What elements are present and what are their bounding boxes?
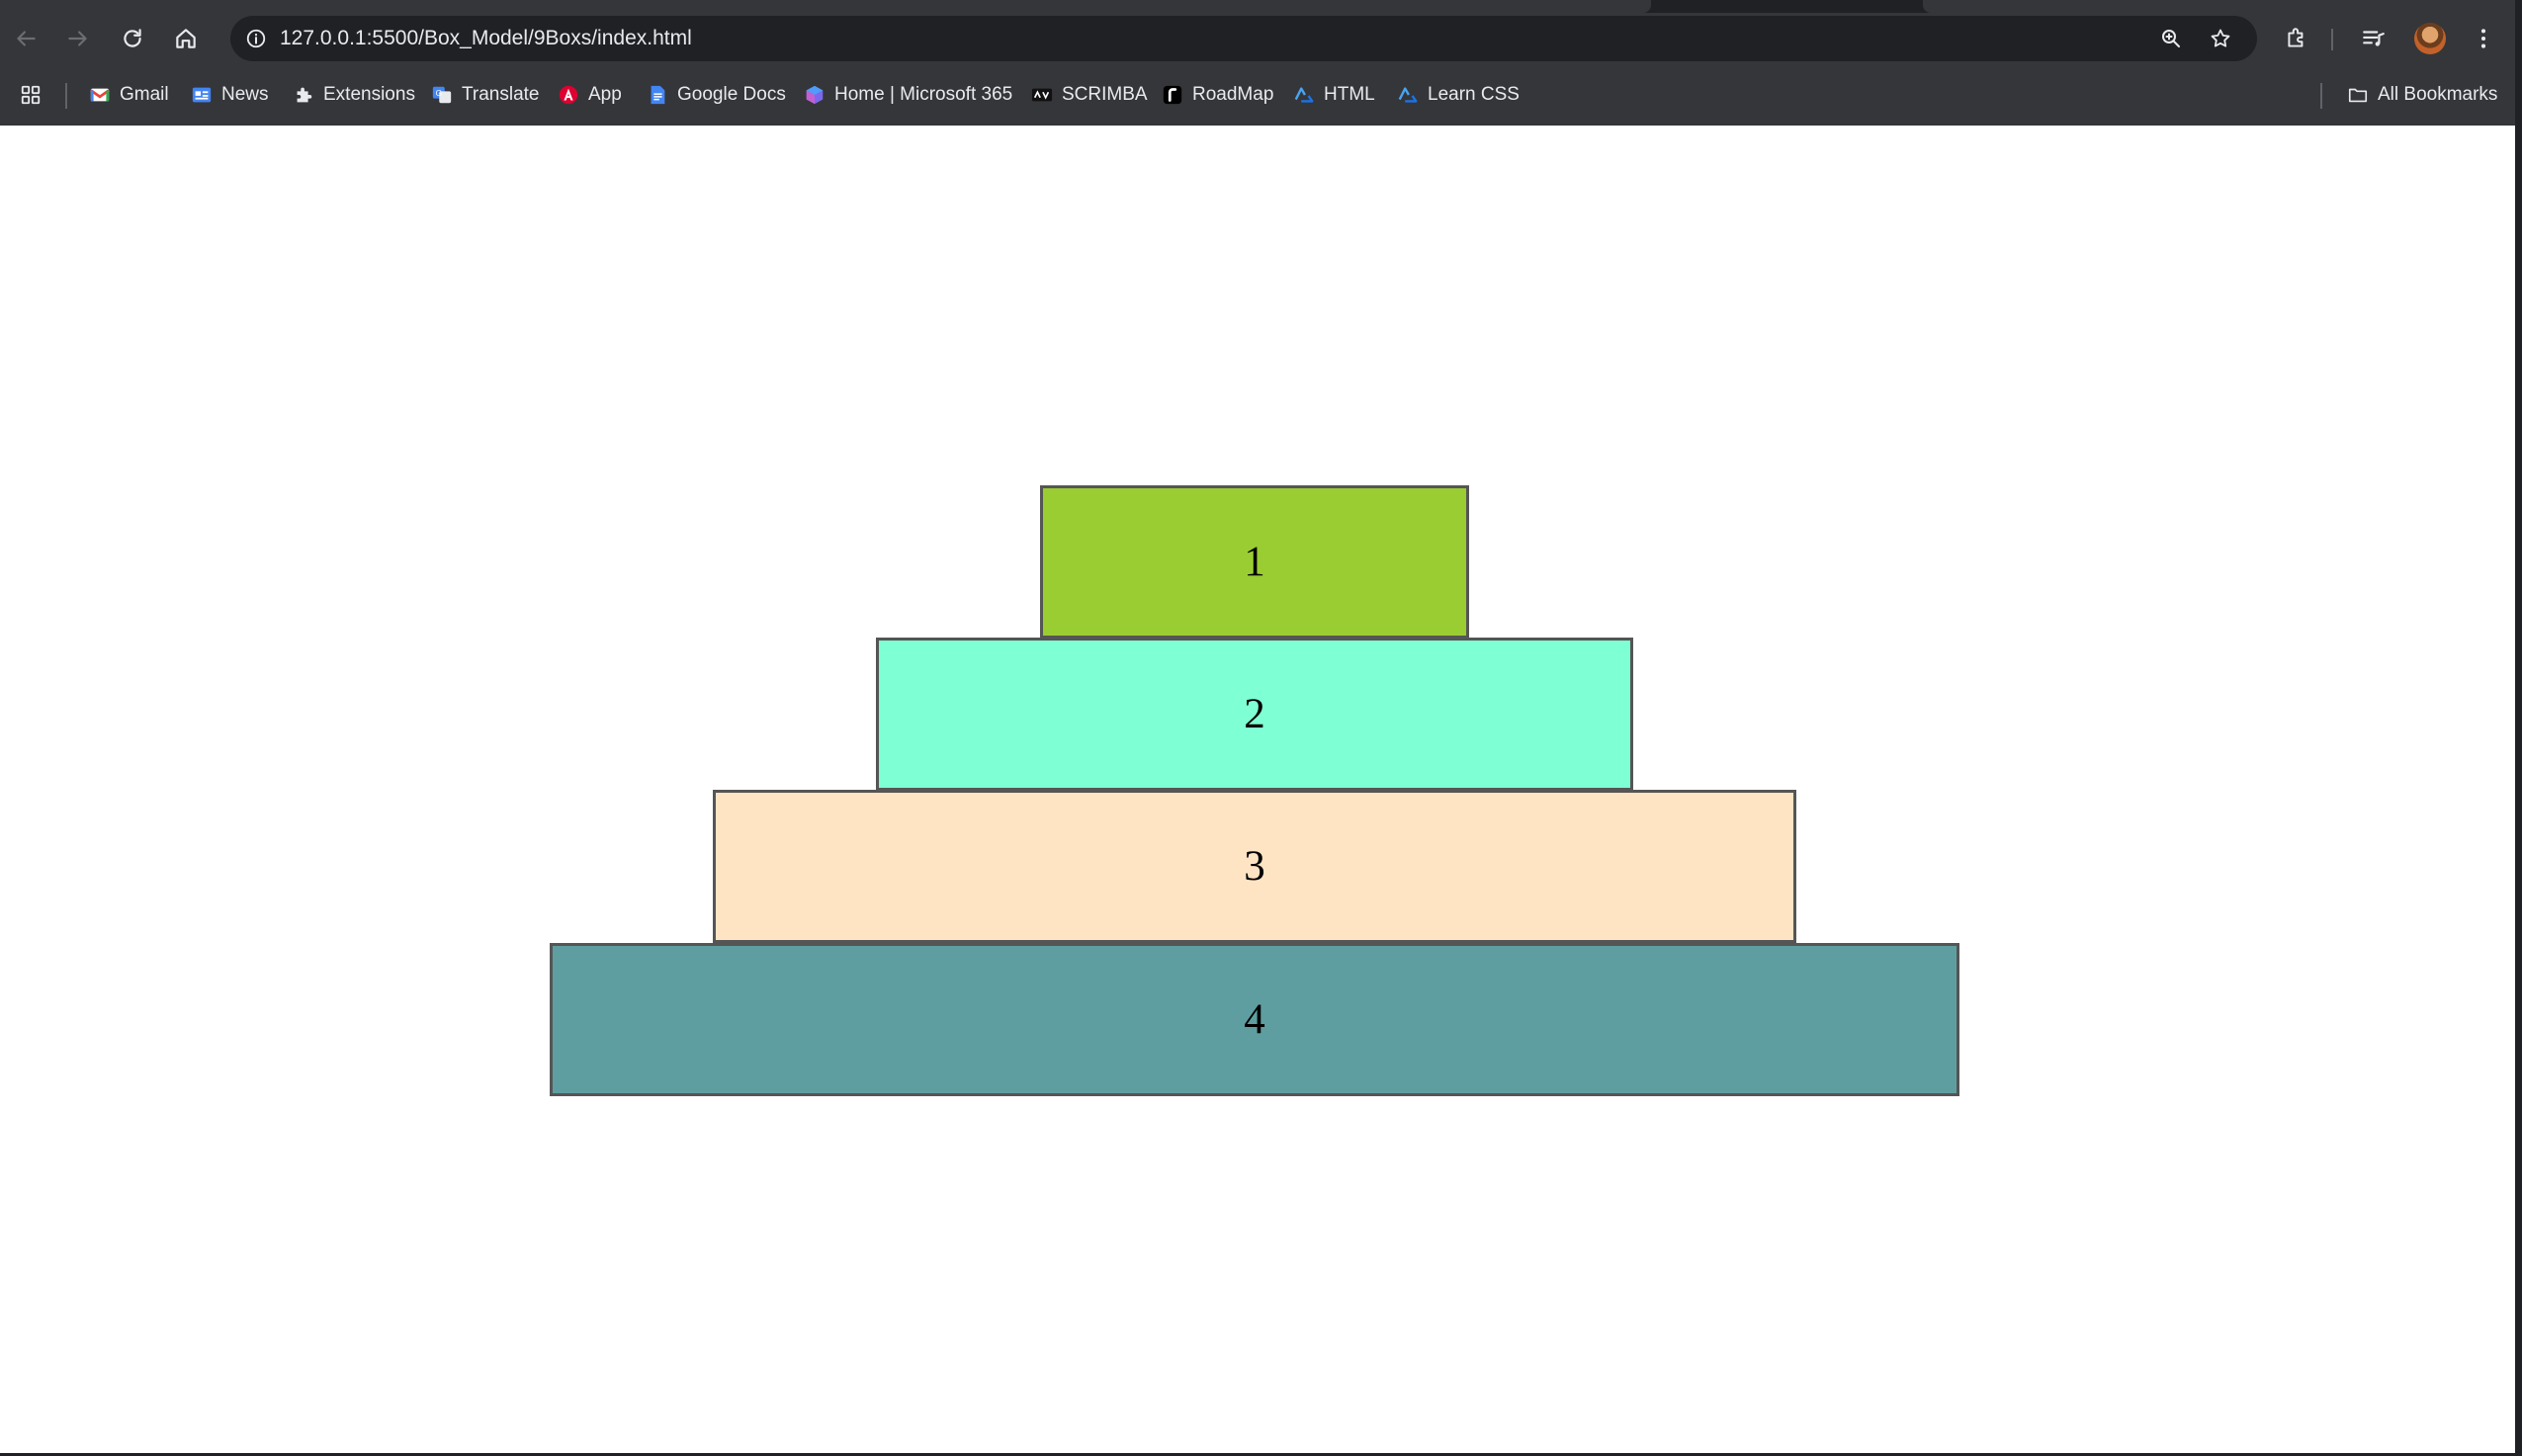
puzzle-icon: [2288, 28, 2304, 47]
bookmark-roadmap[interactable]: RoadMap: [1162, 77, 1273, 113]
url-text[interactable]: 127.0.0.1:5500/Box_Model/9Boxs/index.htm…: [280, 16, 692, 61]
puzzle-icon: [293, 84, 314, 106]
star-icon: [2211, 29, 2230, 47]
browser-window: 127.0.0.1:5500/Box_Model/9Boxs/index.htm…: [0, 0, 2522, 1456]
roadmap-icon: [1162, 84, 1183, 106]
box-1: 1: [1040, 485, 1469, 639]
learn-css-icon: [1397, 84, 1419, 106]
toolbar: 127.0.0.1:5500/Box_Model/9Boxs/index.htm…: [0, 13, 2515, 64]
html-course-icon: [1293, 84, 1315, 106]
window-edge: [2515, 0, 2522, 1456]
bookmark-star-button[interactable]: [2205, 23, 2236, 54]
arrow-left-icon: [17, 31, 36, 46]
bookmark-gmail[interactable]: Gmail: [89, 77, 169, 113]
box-label: 1: [1244, 539, 1265, 585]
apps-grid-icon: [20, 84, 42, 106]
page-viewport: 1 2 3 4: [0, 126, 2515, 1454]
active-tab-edge[interactable]: [0, 0, 1651, 13]
news-icon: [191, 84, 213, 106]
all-bookmarks-label: All Bookmarks: [2378, 84, 2498, 105]
bookmark-label: Learn CSS: [1428, 84, 1520, 105]
media-controls-button[interactable]: [2356, 21, 2392, 56]
bookmark-scrimba[interactable]: SCRIMBA: [1031, 77, 1148, 113]
box-label: 2: [1244, 691, 1265, 737]
playlist-icon: [2363, 31, 2385, 46]
angular-icon: [558, 84, 579, 106]
info-icon: [246, 29, 266, 48]
bookmark-translate[interactable]: G Translate: [431, 77, 540, 113]
bookmark-label: App: [588, 84, 622, 105]
zoom-button[interactable]: [2155, 23, 2187, 54]
bookmark-label: Gmail: [120, 84, 169, 105]
bookmark-label: Home | Microsoft 365: [834, 84, 1013, 105]
scrimba-icon: [1031, 84, 1053, 106]
zoom-icon: [2162, 30, 2180, 47]
bookmark-label: SCRIMBA: [1062, 84, 1148, 105]
extensions-button[interactable]: [2279, 21, 2314, 56]
kebab-menu-icon: [2480, 29, 2486, 48]
reload-icon: [124, 29, 141, 47]
menu-button[interactable]: [2466, 21, 2501, 56]
svg-text:G: G: [436, 89, 442, 98]
docs-icon: [647, 84, 668, 106]
box-3: 3: [713, 790, 1796, 943]
toolbar-divider: [2331, 29, 2333, 50]
bookmark-label: HTML: [1324, 84, 1375, 105]
profile-avatar[interactable]: [2414, 23, 2446, 54]
all-bookmarks-button[interactable]: All Bookmarks: [2347, 77, 2497, 113]
bookmark-label: News: [221, 84, 269, 105]
gmail-icon: [89, 84, 111, 106]
box-label: 4: [1244, 996, 1265, 1043]
home-button[interactable]: [168, 21, 204, 56]
bookmark-google-docs[interactable]: Google Docs: [647, 77, 786, 113]
reload-button[interactable]: [115, 21, 150, 56]
box-4: 4: [550, 943, 1959, 1096]
arrow-right-icon: [68, 31, 87, 46]
address-bar[interactable]: 127.0.0.1:5500/Box_Model/9Boxs/index.htm…: [230, 16, 2257, 61]
bookmark-news[interactable]: News: [191, 77, 269, 113]
tab-strip: [0, 0, 2515, 13]
bookmark-app[interactable]: App: [558, 77, 622, 113]
forward-button[interactable]: [60, 21, 96, 56]
box-label: 3: [1244, 843, 1265, 890]
bookmarks-divider: [2320, 83, 2322, 109]
bookmark-label: RoadMap: [1192, 84, 1274, 105]
folder-icon: [2347, 84, 2369, 106]
bookmark-microsoft-365[interactable]: Home | Microsoft 365: [804, 77, 1012, 113]
site-info-button[interactable]: [240, 23, 272, 54]
translate-icon: G: [431, 84, 453, 106]
back-button[interactable]: [8, 21, 43, 56]
home-icon: [176, 29, 196, 48]
bookmark-label: Extensions: [323, 84, 415, 105]
bookmark-extensions[interactable]: Extensions: [293, 77, 415, 113]
microsoft365-icon: [804, 84, 826, 106]
inactive-tab-edge[interactable]: [1923, 0, 2515, 13]
box-2: 2: [876, 638, 1633, 791]
browser-chrome: 127.0.0.1:5500/Box_Model/9Boxs/index.htm…: [0, 0, 2515, 126]
bookmark-learn-css[interactable]: Learn CSS: [1397, 77, 1520, 113]
bookmark-label: Google Docs: [677, 84, 786, 105]
bookmarks-bar: Gmail News Extensions G Translate App Go…: [0, 69, 2515, 121]
bookmarks-divider: [65, 83, 67, 109]
apps-button[interactable]: [20, 77, 42, 113]
bookmark-html[interactable]: HTML: [1293, 77, 1375, 113]
bookmark-label: Translate: [462, 84, 540, 105]
